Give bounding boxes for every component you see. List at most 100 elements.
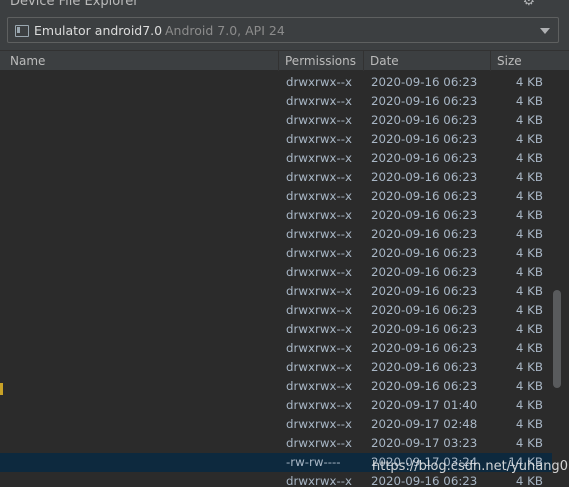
- folder-row[interactable]: com.android.smoketestdrwxrwx--x2020-09-1…: [0, 130, 552, 149]
- date-cell: 2020-09-16 06:23: [371, 341, 478, 355]
- folder-row[interactable]: filesdrwxrwx--x2020-09-17 03:234 KB: [0, 434, 552, 453]
- size-cell: 4 KB: [515, 303, 543, 317]
- folder-row[interactable]: com.android.settingsdrwxrwx--x2020-09-16…: [0, 73, 552, 92]
- date-cell: 2020-09-16 06:23: [371, 151, 478, 165]
- gear-icon[interactable]: ⚙: [522, 0, 535, 9]
- folder-row[interactable]: com.android.wallpaper.livepickerdrwxrwx-…: [0, 244, 552, 263]
- chevron-down-icon: [540, 28, 550, 34]
- permissions-cell: drwxrwx--x: [286, 113, 352, 127]
- date-cell: 2020-09-16 06:23: [371, 208, 478, 222]
- folder-row[interactable]: com.android.statementservicedrwxrwx--x20…: [0, 168, 552, 187]
- folder-row[interactable]: com.example.android.softkeyboarddrwxrwx-…: [0, 339, 552, 358]
- permissions-cell: drwxrwx--x: [286, 189, 352, 203]
- permissions-cell: drwxrwx--x: [286, 284, 352, 298]
- permissions-cell: drwxrwx--x: [286, 227, 352, 241]
- size-cell: 4 KB: [515, 170, 543, 184]
- date-cell: 2020-09-16 06:23: [371, 170, 478, 184]
- size-cell: 4 KB: [515, 379, 543, 393]
- permissions-cell: drwxrwx--x: [286, 132, 352, 146]
- watermark: https://blog.csdn.net/yuhang01: [372, 459, 569, 474]
- date-cell: 2020-09-16 06:23: [371, 265, 478, 279]
- vertical-scrollbar-thumb[interactable]: [553, 290, 561, 388]
- vertical-scrollbar-track[interactable]: [552, 72, 569, 487]
- folder-row[interactable]: com.android.sharedstoragebackupdrwxrwx--…: [0, 92, 552, 111]
- folder-row[interactable]: com.google.android.apps.docsdrwxrwx--x20…: [0, 472, 552, 487]
- date-cell: 2020-09-17 01:40: [371, 398, 478, 412]
- column-header-date[interactable]: Date: [364, 51, 491, 71]
- permissions-cell: drwxrwx--x: [286, 75, 352, 89]
- permissions-cell: drwxrwx--x: [286, 360, 352, 374]
- permissions-cell: drwxrwx--x: [286, 303, 352, 317]
- size-cell: 4 KB: [515, 436, 543, 450]
- date-cell: 2020-09-16 06:23: [371, 75, 478, 89]
- date-cell: 2020-09-16 06:23: [371, 360, 478, 374]
- folder-row[interactable]: com.example.android.livecubesdrwxrwx--x2…: [0, 320, 552, 339]
- date-cell: 2020-09-16 06:23: [371, 94, 478, 108]
- permissions-cell: drwxrwx--x: [286, 341, 352, 355]
- folder-row[interactable]: com.android.widgetpreviewdrwxrwx--x2020-…: [0, 282, 552, 301]
- permissions-cell: drwxrwx--x: [286, 151, 352, 165]
- folder-row[interactable]: app_myfiledrwxrwx--x2020-09-17 01:404 KB: [0, 396, 552, 415]
- permissions-cell: drwxrwx--x: [286, 246, 352, 260]
- column-header-size[interactable]: Size: [491, 51, 553, 71]
- folder-row[interactable]: com.android.vendingdrwxrwx--x2020-09-16 …: [0, 206, 552, 225]
- size-cell: 4 KB: [515, 151, 543, 165]
- date-cell: 2020-09-16 06:23: [371, 284, 478, 298]
- size-cell: 4 KB: [515, 208, 543, 222]
- gutter-marker: [0, 383, 3, 395]
- folder-row[interactable]: com.example.helloworlddrwxrwx--x2020-09-…: [0, 358, 552, 377]
- folder-row[interactable]: com.android.wallpaperbackupdrwxrwx--x202…: [0, 263, 552, 282]
- permissions-cell: drwxrwx--x: [286, 170, 352, 184]
- date-cell: 2020-09-17 02:48: [371, 417, 478, 431]
- size-cell: 4 KB: [515, 322, 543, 336]
- date-cell: 2020-09-16 06:23: [371, 189, 478, 203]
- size-cell: 4 KB: [515, 360, 543, 374]
- size-cell: 4 KB: [515, 94, 543, 108]
- date-cell: 2020-09-16 06:23: [371, 132, 478, 146]
- permissions-cell: drwxrwx--x: [286, 474, 352, 487]
- date-cell: 2020-09-17 03:23: [371, 436, 478, 450]
- date-cell: 2020-09-16 06:23: [371, 379, 478, 393]
- file-tree: com.android.settingsdrwxrwx--x2020-09-16…: [0, 72, 552, 487]
- date-cell: 2020-09-16 06:23: [371, 246, 478, 260]
- permissions-cell: drwxrwx--x: [286, 398, 352, 412]
- folder-row[interactable]: com.example.android.apisdrwxrwx--x2020-0…: [0, 301, 552, 320]
- device-selector-bar: Emulator android7.0 Android 7.0, API 24: [0, 12, 569, 50]
- date-cell: 2020-09-16 06:23: [371, 303, 478, 317]
- permissions-cell: drwxrwx--x: [286, 94, 352, 108]
- tool-window-titlebar: Device File Explorer ⚙: [0, 0, 569, 12]
- permissions-cell: drwxrwx--x: [286, 322, 352, 336]
- permissions-cell: drwxrwx--x: [286, 265, 352, 279]
- size-cell: 4 KB: [515, 417, 543, 431]
- size-cell: 4 KB: [515, 265, 543, 279]
- size-cell: 4 KB: [515, 341, 543, 355]
- device-name: Emulator android7.0: [34, 23, 163, 38]
- table-header: Name Permissions Date Size: [0, 50, 569, 71]
- device-detail: Android 7.0, API 24: [165, 23, 285, 38]
- folder-row[interactable]: cachedrwxrwx--x2020-09-17 02:484 KB: [0, 415, 552, 434]
- column-header-permissions[interactable]: Permissions: [279, 51, 364, 71]
- folder-row[interactable]: com.example.materialdesigndemodrwxrwx--x…: [0, 377, 552, 396]
- size-cell: 4 KB: [515, 284, 543, 298]
- folder-row[interactable]: com.android.shelldrwxrwx--x2020-09-16 06…: [0, 111, 552, 130]
- size-cell: 4 KB: [515, 189, 543, 203]
- size-cell: 4 KB: [515, 113, 543, 127]
- size-cell: 4 KB: [515, 132, 543, 146]
- folder-row[interactable]: com.android.smoketest.testsdrwxrwx--x202…: [0, 149, 552, 168]
- device-dropdown[interactable]: Emulator android7.0 Android 7.0, API 24: [7, 17, 559, 43]
- date-cell: 2020-09-16 06:23: [371, 227, 478, 241]
- date-cell: 2020-09-16 06:23: [371, 322, 478, 336]
- device-icon: [15, 25, 29, 37]
- permissions-cell: drwxrwx--x: [286, 436, 352, 450]
- permissions-cell: drwxrwx--x: [286, 379, 352, 393]
- size-cell: 4 KB: [515, 75, 543, 89]
- size-cell: 4 KB: [515, 227, 543, 241]
- size-cell: 4 KB: [515, 246, 543, 260]
- date-cell: 2020-09-16 06:23: [371, 113, 478, 127]
- column-header-name[interactable]: Name: [4, 51, 279, 71]
- date-cell: 2020-09-16 06:23: [371, 474, 478, 487]
- permissions-cell: drwxrwx--x: [286, 417, 352, 431]
- folder-row[interactable]: com.android.vpndialogsdrwxrwx--x2020-09-…: [0, 225, 552, 244]
- tool-window-title: Device File Explorer: [10, 0, 139, 9]
- folder-row[interactable]: com.android.systemuidrwxrwx--x2020-09-16…: [0, 187, 552, 206]
